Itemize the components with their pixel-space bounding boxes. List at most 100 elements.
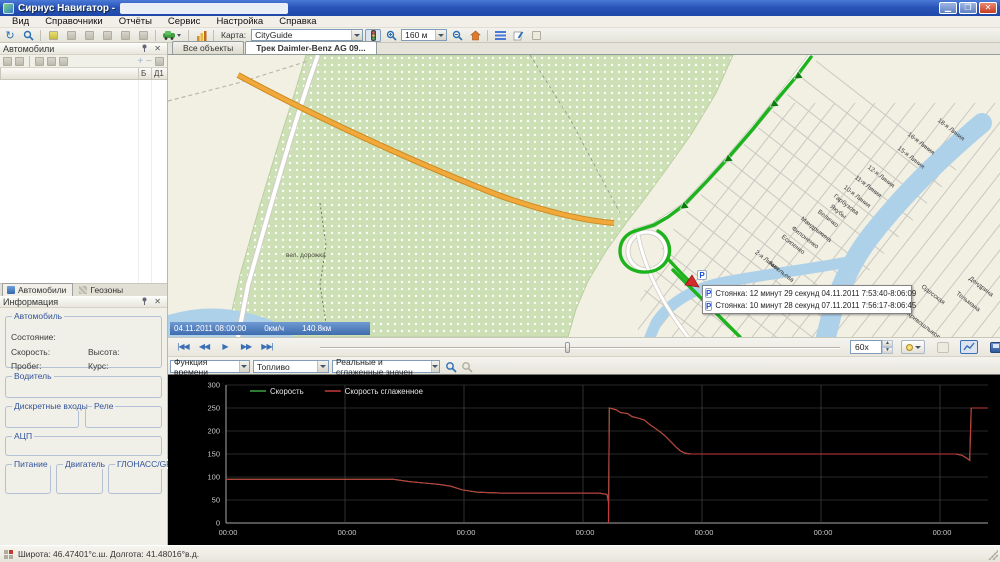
minimize-button[interactable]: ▁ (939, 2, 957, 14)
chevron-down-icon[interactable] (239, 361, 249, 372)
menu-item-3[interactable]: Отчёты (111, 16, 160, 27)
vehicles-list[interactable] (0, 80, 167, 283)
map-tooltip: PСтоянка: 12 минут 29 секунд 04.11.2011 … (702, 285, 912, 314)
chart-zoom-out-icon (461, 361, 473, 376)
values-mode-select[interactable]: Реальные и сглаженные значен (332, 360, 440, 373)
add-icon: + (137, 56, 143, 67)
map-canvas[interactable]: вел. дорожка 18-я Линия16-я Линия15-я Ли… (168, 55, 1000, 337)
x-axis-label: 00:00 (576, 528, 595, 537)
toolbar-disabled-icon-5 (117, 29, 133, 42)
playback-bar: |◀◀◀◀▶▶▶▶▶| 60x ▲▼ (168, 337, 1000, 356)
title-bar: Сирнус Навигатор - ▁ ❐ ✕ (0, 0, 1000, 16)
menu-item-1[interactable]: Вид (4, 16, 37, 27)
menu-bar: ВидСправочникиОтчётыСервисНастройкаСправ… (0, 16, 1000, 28)
column-d1[interactable]: Д1 (151, 68, 168, 80)
series-Скорость (226, 408, 988, 523)
tab-geozones[interactable]: Геозоны (75, 284, 129, 296)
close-panel-icon[interactable]: ✕ (151, 44, 164, 53)
tab-track[interactable]: Трек Daimler-Benz AG 09... (245, 41, 376, 54)
menu-item-4[interactable]: Сервис (160, 16, 209, 27)
search-icon[interactable] (20, 29, 36, 42)
group-discrete-label: Дискретные входы (12, 401, 90, 411)
menu-item-5[interactable]: Настройка (208, 16, 271, 27)
map-select-label: Карта: (218, 30, 249, 40)
chevron-down-icon[interactable] (915, 343, 921, 352)
list-icon[interactable] (492, 29, 508, 42)
maximize-button[interactable]: ❐ (959, 2, 977, 14)
tab-all-objects[interactable]: Все объекты (172, 41, 244, 54)
chevron-down-icon[interactable] (351, 30, 362, 40)
app-icon (3, 3, 14, 14)
playback-speed-spinner[interactable]: 60x ▲▼ (850, 340, 893, 354)
y-axis-label: 200 (207, 427, 220, 436)
field-mileage: Пробег: (11, 361, 42, 371)
timeline-slider-thumb[interactable] (565, 342, 570, 353)
y-axis-label: 100 (207, 473, 220, 482)
field-speed: Скорость: (11, 347, 50, 357)
zoom-in-icon[interactable] (383, 29, 399, 42)
track-status-strip: 04.11.2011 08:00:00 0км/ч 140.8км (170, 322, 370, 335)
playback-to-start-button[interactable]: |◀◀ (174, 340, 192, 354)
parameter-select[interactable]: Топливо (253, 360, 329, 373)
map-select-value: CityGuide (255, 30, 292, 40)
filter-icon (15, 57, 24, 66)
spin-up-icon[interactable]: ▲ (882, 340, 893, 347)
refresh-button[interactable]: ↻ (2, 29, 18, 42)
resize-grip[interactable] (988, 550, 998, 560)
playback-to-end-button[interactable]: ▶▶| (258, 340, 276, 354)
spin-down-icon[interactable]: ▼ (882, 347, 893, 354)
pin-icon[interactable] (138, 44, 151, 54)
tab-vehicles[interactable]: Автомобили (2, 283, 73, 296)
x-axis-label: 00:00 (219, 528, 238, 537)
chevron-down-icon[interactable] (317, 361, 328, 372)
x-axis-label: 00:00 (457, 528, 476, 537)
x-axis-label: 00:00 (695, 528, 714, 537)
timeline-slider[interactable] (320, 347, 840, 349)
chart-icon[interactable] (193, 29, 209, 42)
zoom-out-icon[interactable] (449, 29, 465, 42)
coordinates-icon (4, 550, 13, 559)
vehicles-column-header: Б Д1 (0, 68, 167, 80)
traffic-layer-button[interactable] (365, 29, 381, 42)
playback-rewind-button[interactable]: ◀◀ (195, 340, 213, 354)
speed-chart[interactable]: 05010015020025030000:0000:0000:0000:0000… (168, 375, 1000, 545)
toggle-chart-button[interactable] (960, 340, 978, 354)
chevron-down-icon[interactable] (431, 361, 440, 372)
x-axis-label: 00:00 (933, 528, 952, 537)
chevron-down-icon[interactable] (435, 30, 446, 40)
pin-icon[interactable] (138, 297, 151, 307)
chart-zoom-in-icon[interactable] (445, 361, 457, 376)
playback-fast-forward-button[interactable]: ▶▶ (237, 340, 255, 354)
vehicles-panel-header: Автомобили ✕ (0, 43, 167, 55)
group-driver: Водитель (5, 376, 162, 398)
x-axis-label: 00:00 (338, 528, 357, 537)
time-function-select[interactable]: Функция времени (170, 360, 250, 373)
map-scale-select[interactable]: 160 м (401, 29, 447, 41)
toolbar-disabled-icon-2 (63, 29, 79, 42)
parking-icon[interactable]: P (697, 270, 707, 280)
group-vehicle-label: Автомобиль (12, 311, 64, 321)
highlight-track-button[interactable] (901, 340, 925, 354)
home-icon[interactable] (467, 29, 483, 42)
menu-item-6[interactable]: Справка (271, 16, 324, 27)
folders-icon (47, 57, 56, 66)
field-course: Курс: (88, 361, 108, 371)
tooltip-text: Стоянка: 12 минут 29 секунд 04.11.2011 7… (715, 289, 916, 298)
map-select[interactable]: CityGuide (251, 29, 363, 41)
playback-speed-value: 60x (850, 340, 882, 354)
info-panel-header: Информация ✕ (0, 296, 167, 308)
toolbar-disabled-icon-3 (81, 29, 97, 42)
column-b[interactable]: Б (138, 68, 151, 80)
close-panel-icon[interactable]: ✕ (151, 297, 164, 306)
close-button[interactable]: ✕ (979, 2, 997, 14)
save-button[interactable] (990, 342, 1000, 353)
menu-item-2[interactable]: Справочники (37, 16, 111, 27)
tooltip-row: PСтоянка: 10 минут 28 секунд 07.11.2011 … (705, 301, 909, 311)
playback-play-button[interactable]: ▶ (216, 340, 234, 354)
status-bar: Широта: 46.47401°с.ш. Долгота: 41.48016°… (0, 545, 1000, 562)
group-adc: АЦП (5, 436, 162, 456)
vehicle-icon[interactable] (160, 29, 184, 42)
legend-label: Скорость (270, 387, 304, 396)
edit-icon[interactable] (510, 29, 526, 42)
field-height: Высота: (88, 347, 120, 357)
